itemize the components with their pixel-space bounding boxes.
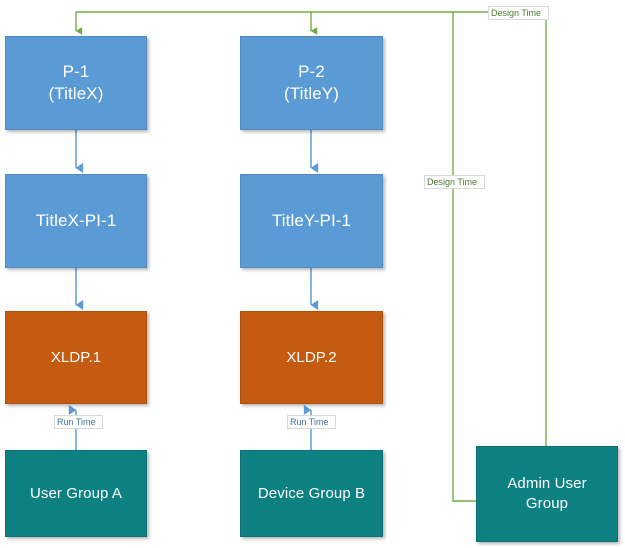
edge-label-design-time-top: Design Time: [488, 6, 549, 20]
diagram-canvas: P-1 (TitleX) P-2 (TitleY) TitleX-PI-1 Ti…: [0, 0, 625, 548]
connector-admin-design-time-branch: [452, 12, 476, 502]
node-titlex-pi-1[interactable]: TitleX-PI-1: [5, 174, 147, 268]
node-xldp-1[interactable]: XLDP.1: [5, 311, 147, 404]
edge-label-design-time-middle: Design Time: [424, 175, 485, 189]
node-titley-pi-1[interactable]: TitleY-PI-1: [240, 174, 383, 268]
edge-label-run-time-left: Run Time: [54, 415, 103, 429]
node-p2[interactable]: P-2 (TitleY): [240, 36, 383, 130]
edge-label-run-time-right: Run Time: [287, 415, 336, 429]
node-admin-user-group[interactable]: Admin User Group: [476, 446, 618, 542]
node-xldp-2[interactable]: XLDP.2: [240, 311, 383, 404]
node-user-group-a[interactable]: User Group A: [5, 450, 147, 537]
node-device-group-b[interactable]: Device Group B: [240, 450, 383, 537]
node-p1[interactable]: P-1 (TitleX): [5, 36, 147, 130]
